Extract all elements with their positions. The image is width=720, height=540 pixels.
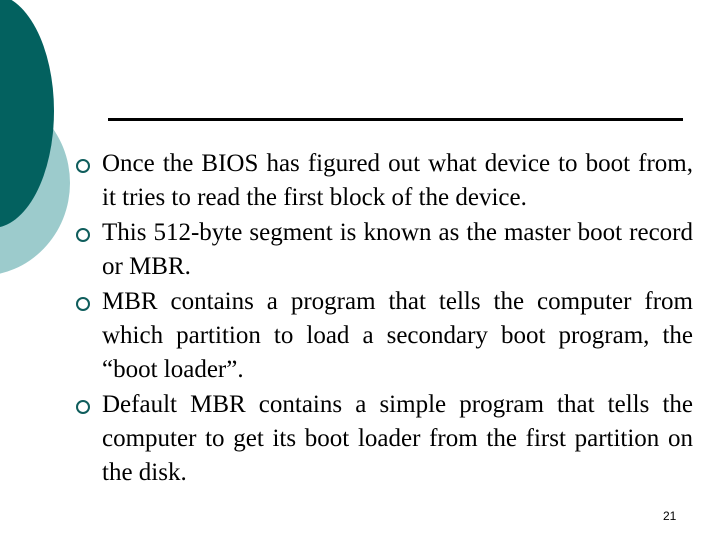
bullet-text: MBR contains a program that tells the co… — [102, 288, 693, 383]
bullet-text: Default MBR contains a simple program th… — [102, 391, 693, 486]
bullet-item: Once the BIOS has figured out what devic… — [74, 147, 693, 215]
hollow-circle-bullet-icon — [76, 297, 90, 311]
bullet-item: This 512-byte segment is known as the ma… — [74, 216, 693, 284]
hollow-circle-bullet-icon — [76, 400, 90, 414]
title-divider — [108, 118, 683, 121]
bullet-item: MBR contains a program that tells the co… — [74, 285, 693, 387]
page-number: 21 — [663, 509, 677, 523]
bullet-list: Once the BIOS has figured out what devic… — [74, 147, 693, 491]
hollow-circle-bullet-icon — [76, 228, 90, 242]
bullet-text: Once the BIOS has figured out what devic… — [102, 150, 693, 211]
hollow-circle-bullet-icon — [76, 159, 90, 173]
bullet-item: Default MBR contains a simple program th… — [74, 388, 693, 490]
bullet-text: This 512-byte segment is known as the ma… — [102, 219, 693, 280]
